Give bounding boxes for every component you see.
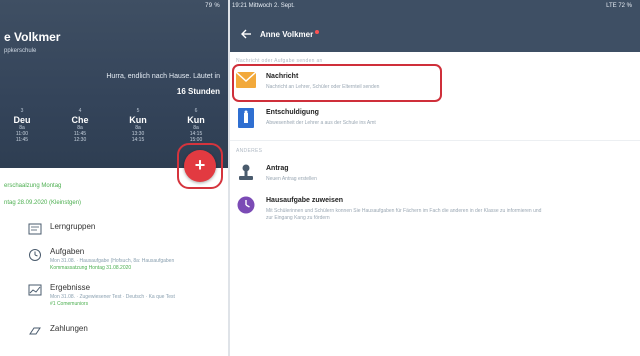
right-panel: 19:21 Mittwoch 2. Sept. LTE 72 % Anne Vo… [230, 0, 640, 356]
announcement-date: ntag 28.09.2020 (Kleinstgen) [4, 200, 82, 206]
user-name: e Volkmer [4, 30, 61, 44]
timetable-slot[interactable]: 5 Kun 8a 13:30 14:15 [118, 108, 158, 143]
homework-clock-icon [237, 196, 255, 214]
slot-subject: Deu [13, 115, 31, 125]
nav-label: Lerngruppen [50, 222, 96, 231]
section-header-other: ANDERES [236, 148, 263, 154]
nav-item-ergebnisse[interactable]: Ergebnisse Mon 31.08. · Zugewiesener Tes… [28, 283, 223, 313]
option-antrag[interactable]: Antrag Neuen Antrag erstellen [236, 164, 634, 188]
option-hausaufgabe-zuweisen[interactable]: Hausaufgabe zuweisen Mit Schülerinnen un… [236, 196, 634, 230]
school-name: ppkerschule [4, 48, 37, 54]
option-label: Hausaufgabe zuweisen [266, 197, 344, 204]
excuse-note-icon [238, 108, 254, 128]
status-battery: LTE 72 % [606, 3, 632, 9]
option-entschuldigung[interactable]: Entschuldigung Abwesenheit der Lehrer a … [236, 108, 634, 138]
nav-sub: #1 Comemuniors [50, 301, 89, 307]
option-label: Antrag [266, 165, 289, 172]
option-label: Entschuldigung [266, 109, 319, 116]
payment-icon [29, 327, 41, 335]
slot-number: 6 [194, 108, 198, 114]
nav-sub: Kommassatzung Hontag 31.08.2020 [50, 265, 132, 271]
slot-number: 4 [78, 108, 82, 114]
online-dot-icon [315, 30, 320, 34]
nav-item-aufgaben[interactable]: Aufgaben Mon 31.08. · Hausaufgabe (Hofsu… [28, 247, 223, 277]
status-bar-left: 79 % [205, 3, 220, 9]
clock-icon [29, 249, 41, 261]
stamp-icon [239, 164, 253, 180]
option-description: Mit Schülerinnen und Schülern konnen Sie… [266, 208, 542, 214]
option-description: Abwesenheit der Lehrer a aus der Schule … [266, 120, 376, 126]
option-description-2: zur Eingang Kang zu fördern [266, 215, 330, 221]
results-icon [28, 284, 42, 296]
slot-end: 12:30 [73, 137, 87, 143]
option-description: Neuen Antrag erstellen [266, 176, 317, 182]
slot-number: 5 [136, 108, 140, 114]
nav-label: Ergebnisse [50, 283, 91, 292]
timetable-slot[interactable]: 3 Deu 8a 11:00 11:45 [2, 108, 42, 143]
section-divider [230, 140, 640, 141]
left-panel: 79 % e Volkmer ppkerschule Hurra, endlic… [0, 0, 228, 356]
recipient-name: Anne Volkmer [260, 30, 314, 39]
nav-sub: Mon 31.08. · Hausaufgabe (Hofsuch, 8a: H… [50, 258, 175, 264]
page-title: Anne Volkmer [260, 30, 320, 39]
status-time: 19:21 Mittwoch 2. Sept. [232, 3, 295, 9]
slot-end: 11:45 [15, 137, 29, 143]
day-end-message: Hurra, endlich nach Hause. Läutet in [106, 73, 220, 80]
announcement-text[interactable]: erschaalzung Montag [4, 183, 61, 189]
hours-remaining: 16 Stunden [176, 87, 220, 96]
timetable-slot[interactable]: 4 Che 8a 11:45 12:30 [60, 108, 100, 143]
nav-sub: Mon 31.08. · Zugewiesener Test · Deutsch… [50, 294, 175, 300]
slot-end: 14:15 [131, 137, 145, 143]
timetable-slot[interactable]: 6 Kun 8a 14:15 15:00 [176, 108, 216, 143]
add-button[interactable]: + [184, 150, 216, 182]
slot-subject: Kun [129, 115, 147, 125]
slot-subject: Kun [187, 115, 205, 125]
option-highlight [232, 64, 442, 102]
back-arrow-icon[interactable] [240, 28, 252, 40]
slot-number: 3 [20, 108, 24, 114]
nav-label: Zahlungen [50, 324, 88, 333]
nav-item-lerngruppen[interactable]: Lerngruppen [28, 222, 223, 238]
slot-subject: Che [71, 115, 89, 125]
nav-label: Aufgaben [50, 247, 85, 256]
nav-item-zahlungen[interactable]: Zahlungen [28, 324, 223, 340]
app-bar: 19:21 Mittwoch 2. Sept. LTE 72 % Anne Vo… [230, 0, 640, 52]
groups-icon [28, 223, 42, 235]
